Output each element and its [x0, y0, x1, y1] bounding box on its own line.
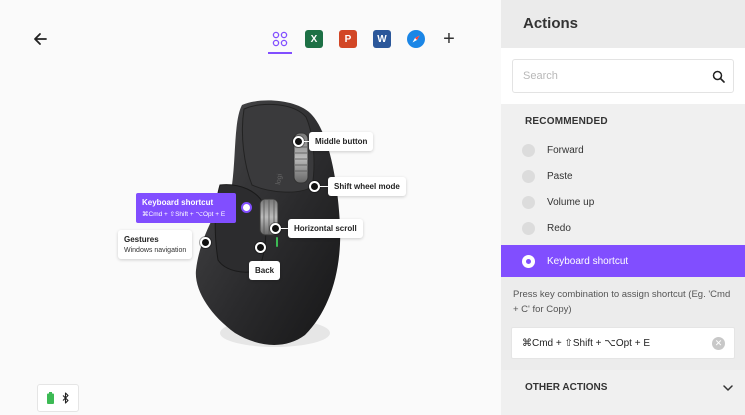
shortcut-hint: Press key combination to assign shortcut… — [513, 289, 731, 315]
horizontal-scroll-callout: Horizontal scroll — [270, 219, 363, 238]
action-keyboard-shortcut[interactable]: Keyboard shortcut — [501, 245, 745, 277]
gestures-callout[interactable]: Gestures Windows navigation — [118, 230, 193, 259]
arrow-left-icon[interactable] — [31, 29, 51, 49]
actions-panel: Actions RECOMMENDED Forward Paste Volume… — [501, 0, 745, 415]
actions-panel-title: Actions — [523, 15, 579, 32]
shortcut-field: ✕ — [511, 327, 735, 359]
radio-icon — [522, 143, 535, 157]
radio-icon — [522, 221, 535, 235]
middle-button-hotspot[interactable] — [293, 136, 304, 147]
radio-icon — [522, 195, 535, 209]
device-status — [37, 384, 79, 412]
search-input[interactable] — [513, 60, 733, 92]
tab-all-applications[interactable] — [268, 26, 292, 54]
gestures-value: Windows navigation — [124, 247, 187, 254]
keyboard-shortcut-callout[interactable]: Keyboard shortcut ⌘Cmd + ⇧Shift + ⌥Opt +… — [136, 193, 236, 223]
action-redo[interactable]: Redo — [501, 215, 745, 241]
safari-icon — [407, 30, 425, 48]
word-icon: W — [373, 30, 391, 48]
gestures-hotspot[interactable] — [200, 237, 211, 248]
shortcut-input[interactable] — [512, 328, 734, 358]
search-icon[interactable] — [712, 70, 725, 83]
action-paste[interactable]: Paste — [501, 163, 745, 189]
keyboard-shortcut-detail: Press key combination to assign shortcut… — [501, 277, 745, 370]
keyboard-shortcut-hotspot[interactable] — [241, 202, 252, 213]
middle-button-label[interactable]: Middle button — [309, 132, 374, 151]
horizontal-scroll-label[interactable]: Horizontal scroll — [288, 219, 363, 238]
application-tabs: X P W + — [268, 26, 458, 54]
clear-icon[interactable]: ✕ — [712, 337, 725, 350]
tab-safari[interactable] — [404, 26, 428, 54]
actions-panel-header: Actions — [501, 0, 745, 48]
keyboard-shortcut-callout-value: ⌘Cmd + ⇧Shift + ⌥Opt + E — [142, 211, 226, 218]
action-forward[interactable]: Forward — [501, 137, 745, 163]
horizontal-scroll-hotspot[interactable] — [270, 223, 281, 234]
tab-excel[interactable]: X — [302, 26, 326, 54]
action-label: Volume up — [547, 196, 595, 208]
other-actions-toggle[interactable]: OTHER ACTIONS — [501, 370, 745, 405]
tab-word[interactable]: W — [370, 26, 394, 54]
battery-icon — [47, 392, 54, 404]
excel-icon: X — [305, 30, 323, 48]
action-label: Keyboard shortcut — [547, 255, 629, 267]
tab-powerpoint[interactable]: P — [336, 26, 360, 54]
plus-icon[interactable]: + — [440, 29, 458, 49]
radio-selected-icon — [522, 254, 535, 268]
action-label: Redo — [547, 222, 571, 234]
grid-icon — [272, 31, 288, 47]
gestures-hotspot-wrap — [200, 237, 211, 248]
other-actions-header: OTHER ACTIONS — [525, 382, 608, 393]
gestures-title: Gestures — [124, 235, 159, 244]
bluetooth-icon — [62, 392, 69, 404]
search-box — [512, 59, 734, 93]
action-label: Paste — [547, 170, 573, 182]
back-label[interactable]: Back — [249, 261, 281, 280]
radio-icon — [522, 169, 535, 183]
powerpoint-icon: P — [339, 30, 357, 48]
recommended-header: RECOMMENDED — [525, 116, 608, 127]
shift-wheel-mode-hotspot[interactable] — [309, 181, 320, 192]
main-area: X P W + logi Middle button Shift wheel m… — [0, 0, 501, 415]
middle-button-callout: Middle button — [293, 132, 374, 151]
action-volume-up[interactable]: Volume up — [501, 189, 745, 215]
shift-wheel-mode-callout: Shift wheel mode — [309, 177, 406, 196]
back-hotspot[interactable] — [255, 242, 266, 253]
chevron-down-icon — [723, 384, 733, 391]
search-container — [501, 48, 745, 104]
shift-wheel-mode-label[interactable]: Shift wheel mode — [328, 177, 406, 196]
back-hotspot-wrap — [255, 242, 266, 253]
keyboard-shortcut-callout-title: Keyboard shortcut — [142, 198, 214, 207]
action-label: Forward — [547, 144, 584, 156]
